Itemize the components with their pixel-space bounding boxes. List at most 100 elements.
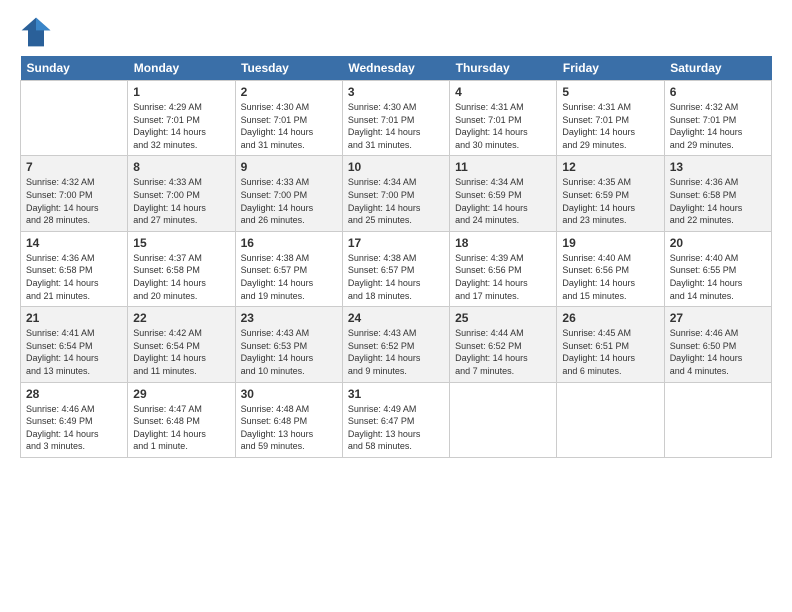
header-cell-thursday: Thursday — [450, 56, 557, 81]
day-number: 25 — [455, 311, 551, 325]
header-cell-saturday: Saturday — [664, 56, 771, 81]
calendar-table: SundayMondayTuesdayWednesdayThursdayFrid… — [20, 56, 772, 458]
week-row-1: 1 Sunrise: 4:29 AM Sunset: 7:01 PM Daylig… — [21, 81, 772, 156]
day-cell: 10 Sunrise: 4:34 AM Sunset: 7:00 PM Dayli… — [342, 156, 449, 231]
day-cell: 18Sunrise: 4:39 AM Sunset: 6:56 PM Dayli… — [450, 231, 557, 306]
day-cell: 15Sunrise: 4:37 AM Sunset: 6:58 PM Dayli… — [128, 231, 235, 306]
day-number: 28 — [26, 387, 122, 401]
day-cell — [450, 382, 557, 457]
day-cell: 29 Sunrise: 4:47 AM Sunset: 6:48 PM Dayli… — [128, 382, 235, 457]
day-info: Sunrise: 4:48 AM Sunset: 6:48 PM Dayligh… — [241, 403, 337, 453]
header-cell-friday: Friday — [557, 56, 664, 81]
day-info: Sunrise: 4:29 AM Sunset: 7:01 PM Dayligh… — [133, 101, 229, 151]
day-info: Sunrise: 4:35 AM Sunset: 6:59 PM Dayligh… — [562, 176, 658, 226]
day-cell: 22 Sunrise: 4:42 AM Sunset: 6:54 PM Dayli… — [128, 307, 235, 382]
week-row-4: 21 Sunrise: 4:41 AM Sunset: 6:54 PM Dayli… — [21, 307, 772, 382]
day-number: 30 — [241, 387, 337, 401]
day-number: 23 — [241, 311, 337, 325]
day-info: Sunrise: 4:36 AM Sunset: 6:58 PM Dayligh… — [670, 176, 766, 226]
day-info: Sunrise: 4:34 AM Sunset: 7:00 PM Dayligh… — [348, 176, 444, 226]
day-cell: 13 Sunrise: 4:36 AM Sunset: 6:58 PM Dayli… — [664, 156, 771, 231]
day-cell: 12 Sunrise: 4:35 AM Sunset: 6:59 PM Dayli… — [557, 156, 664, 231]
day-info: Sunrise: 4:38 AM Sunset: 6:57 PM Dayligh… — [348, 252, 444, 302]
day-cell: 9Sunrise: 4:33 AM Sunset: 7:00 PM Daylig… — [235, 156, 342, 231]
day-cell: 24Sunrise: 4:43 AM Sunset: 6:52 PM Dayli… — [342, 307, 449, 382]
day-info: Sunrise: 4:30 AM Sunset: 7:01 PM Dayligh… — [348, 101, 444, 151]
day-cell: 25 Sunrise: 4:44 AM Sunset: 6:52 PM Dayli… — [450, 307, 557, 382]
day-number: 4 — [455, 85, 551, 99]
day-number: 8 — [133, 160, 229, 174]
day-number: 27 — [670, 311, 766, 325]
logo — [20, 16, 56, 48]
day-info: Sunrise: 4:36 AM Sunset: 6:58 PM Dayligh… — [26, 252, 122, 302]
day-info: Sunrise: 4:42 AM Sunset: 6:54 PM Dayligh… — [133, 327, 229, 377]
day-info: Sunrise: 4:38 AM Sunset: 6:57 PM Dayligh… — [241, 252, 337, 302]
day-number: 26 — [562, 311, 658, 325]
header-cell-wednesday: Wednesday — [342, 56, 449, 81]
day-info: Sunrise: 4:44 AM Sunset: 6:52 PM Dayligh… — [455, 327, 551, 377]
day-cell: 17 Sunrise: 4:38 AM Sunset: 6:57 PM Dayli… — [342, 231, 449, 306]
day-cell: 21 Sunrise: 4:41 AM Sunset: 6:54 PM Dayli… — [21, 307, 128, 382]
week-row-2: 7 Sunrise: 4:32 AM Sunset: 7:00 PM Daylig… — [21, 156, 772, 231]
day-number: 15 — [133, 236, 229, 250]
day-number: 24 — [348, 311, 444, 325]
day-info: Sunrise: 4:34 AM Sunset: 6:59 PM Dayligh… — [455, 176, 551, 226]
day-info: Sunrise: 4:43 AM Sunset: 6:53 PM Dayligh… — [241, 327, 337, 377]
day-info: Sunrise: 4:30 AM Sunset: 7:01 PM Dayligh… — [241, 101, 337, 151]
day-cell — [21, 81, 128, 156]
day-info: Sunrise: 4:33 AM Sunset: 7:00 PM Dayligh… — [133, 176, 229, 226]
day-cell: 1 Sunrise: 4:29 AM Sunset: 7:01 PM Daylig… — [128, 81, 235, 156]
day-number: 21 — [26, 311, 122, 325]
day-cell: 7 Sunrise: 4:32 AM Sunset: 7:00 PM Daylig… — [21, 156, 128, 231]
day-number: 6 — [670, 85, 766, 99]
day-number: 20 — [670, 236, 766, 250]
day-cell: 5 Sunrise: 4:31 AM Sunset: 7:01 PM Daylig… — [557, 81, 664, 156]
day-info: Sunrise: 4:31 AM Sunset: 7:01 PM Dayligh… — [455, 101, 551, 151]
day-number: 1 — [133, 85, 229, 99]
day-info: Sunrise: 4:31 AM Sunset: 7:01 PM Dayligh… — [562, 101, 658, 151]
day-number: 5 — [562, 85, 658, 99]
day-info: Sunrise: 4:47 AM Sunset: 6:48 PM Dayligh… — [133, 403, 229, 453]
day-number: 12 — [562, 160, 658, 174]
day-cell: 4 Sunrise: 4:31 AM Sunset: 7:01 PM Daylig… — [450, 81, 557, 156]
day-cell: 28Sunrise: 4:46 AM Sunset: 6:49 PM Dayli… — [21, 382, 128, 457]
day-cell: 3 Sunrise: 4:30 AM Sunset: 7:01 PM Daylig… — [342, 81, 449, 156]
day-info: Sunrise: 4:40 AM Sunset: 6:55 PM Dayligh… — [670, 252, 766, 302]
day-number: 3 — [348, 85, 444, 99]
header-cell-monday: Monday — [128, 56, 235, 81]
day-cell: 20 Sunrise: 4:40 AM Sunset: 6:55 PM Dayli… — [664, 231, 771, 306]
day-info: Sunrise: 4:41 AM Sunset: 6:54 PM Dayligh… — [26, 327, 122, 377]
day-info: Sunrise: 4:33 AM Sunset: 7:00 PM Dayligh… — [241, 176, 337, 226]
week-row-5: 28Sunrise: 4:46 AM Sunset: 6:49 PM Dayli… — [21, 382, 772, 457]
day-number: 11 — [455, 160, 551, 174]
day-info: Sunrise: 4:39 AM Sunset: 6:56 PM Dayligh… — [455, 252, 551, 302]
day-cell: 14Sunrise: 4:36 AM Sunset: 6:58 PM Dayli… — [21, 231, 128, 306]
header-row: SundayMondayTuesdayWednesdayThursdayFrid… — [21, 56, 772, 81]
day-info: Sunrise: 4:46 AM Sunset: 6:50 PM Dayligh… — [670, 327, 766, 377]
day-cell: 16 Sunrise: 4:38 AM Sunset: 6:57 PM Dayli… — [235, 231, 342, 306]
day-number: 29 — [133, 387, 229, 401]
day-number: 7 — [26, 160, 122, 174]
day-cell — [557, 382, 664, 457]
day-number: 17 — [348, 236, 444, 250]
day-number: 16 — [241, 236, 337, 250]
week-row-3: 14Sunrise: 4:36 AM Sunset: 6:58 PM Dayli… — [21, 231, 772, 306]
header-cell-tuesday: Tuesday — [235, 56, 342, 81]
day-cell: 31Sunrise: 4:49 AM Sunset: 6:47 PM Dayli… — [342, 382, 449, 457]
day-info: Sunrise: 4:32 AM Sunset: 7:00 PM Dayligh… — [26, 176, 122, 226]
day-cell: 26 Sunrise: 4:45 AM Sunset: 6:51 PM Dayli… — [557, 307, 664, 382]
day-number: 31 — [348, 387, 444, 401]
day-info: Sunrise: 4:40 AM Sunset: 6:56 PM Dayligh… — [562, 252, 658, 302]
day-number: 13 — [670, 160, 766, 174]
day-info: Sunrise: 4:32 AM Sunset: 7:01 PM Dayligh… — [670, 101, 766, 151]
day-cell: 19Sunrise: 4:40 AM Sunset: 6:56 PM Dayli… — [557, 231, 664, 306]
day-cell — [664, 382, 771, 457]
day-number: 22 — [133, 311, 229, 325]
header — [20, 16, 772, 48]
header-cell-sunday: Sunday — [21, 56, 128, 81]
day-cell: 6 Sunrise: 4:32 AM Sunset: 7:01 PM Daylig… — [664, 81, 771, 156]
day-cell: 27 Sunrise: 4:46 AM Sunset: 6:50 PM Dayli… — [664, 307, 771, 382]
day-cell: 8 Sunrise: 4:33 AM Sunset: 7:00 PM Daylig… — [128, 156, 235, 231]
day-info: Sunrise: 4:45 AM Sunset: 6:51 PM Dayligh… — [562, 327, 658, 377]
day-number: 10 — [348, 160, 444, 174]
